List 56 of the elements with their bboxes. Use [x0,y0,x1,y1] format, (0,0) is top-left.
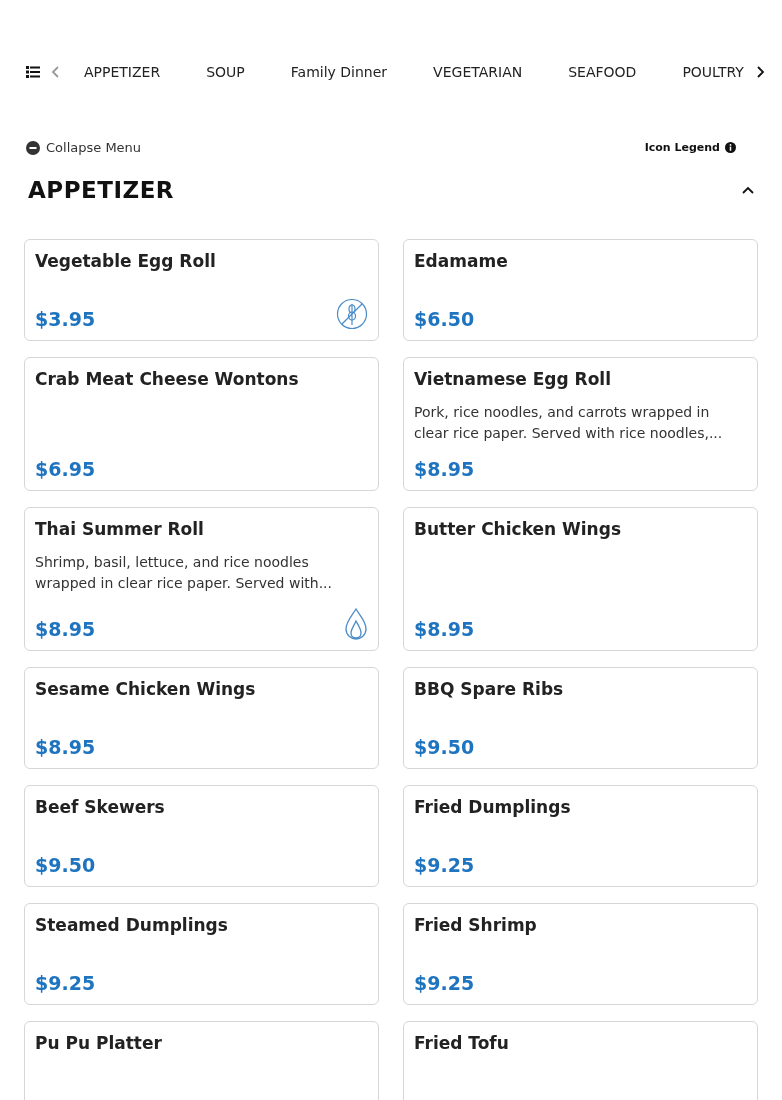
item-name: BBQ Spare Ribs [414,678,565,700]
menu-item-card[interactable]: Vietnamese Egg Roll Pork, rice noodles, and carrots wrapped in clear rice paper. Served with rice noodles,... $8.95 [403,357,758,491]
menu-item-card[interactable]: Sesame Chicken Wings $8.95 [24,667,379,769]
minus-circle-icon [26,140,40,155]
menu-item-card[interactable]: Steamed Dumplings $9.25 [24,903,379,1005]
crossed-wheat-icon [336,298,368,330]
item-price: $9.25 [35,972,96,994]
menu-item-card[interactable]: Edamame $6.50 [403,239,758,341]
item-name: Edamame [414,250,509,272]
category-tab[interactable]: SOUP [206,60,245,84]
menu-item-card[interactable]: Fried Tofu [403,1021,758,1100]
item-name: Steamed Dumplings [35,914,229,936]
category-tab[interactable]: POULTRY [682,60,744,84]
menu-item-card[interactable]: Thai Summer Roll Shrimp, basil, lettuce, and rice noodles wrapped in clear rice paper. Served with... $8.95 [24,507,379,651]
menu-item-card[interactable]: Fried Shrimp $9.25 [403,903,758,1005]
item-price: $6.50 [414,308,475,330]
item-name: Vietnamese Egg Roll [414,368,613,390]
icon-legend-button[interactable]: Icon Legend [644,141,736,154]
category-tab[interactable]: Family Dinner [290,60,388,84]
item-name: Sesame Chicken Wings [35,678,257,700]
item-name: Thai Summer Roll [35,518,205,540]
item-price: $8.95 [414,618,475,640]
info-icon [725,142,736,153]
item-name: Fried Tofu [414,1032,510,1054]
item-price: $6.95 [35,458,96,480]
item-name: Pu Pu Platter [35,1032,163,1054]
collapse-menu-button[interactable]: Collapse Menu [26,140,142,155]
item-price: $8.95 [35,618,96,640]
item-price: $9.25 [414,854,475,876]
menu-item-card[interactable]: Pu Pu Platter [24,1021,379,1100]
flame-icon [344,608,368,640]
item-price: $9.25 [414,972,475,994]
item-name: Crab Meat Cheese Wontons [35,368,300,390]
item-price: $3.95 [35,308,96,330]
item-price: $8.95 [35,736,96,758]
item-description: Shrimp, basil, lettuce, and rice noodles wrapped in clear rice paper. Served with... [35,553,333,593]
section-title: APPETIZER [28,177,175,203]
menu-item-card[interactable]: Vegetable Egg Roll $3.95 [24,239,379,341]
item-name: Butter Chicken Wings [414,518,622,540]
category-tab[interactable]: VEGETARIAN [433,60,523,84]
item-name: Vegetable Egg Roll [35,250,217,272]
menu-item-card[interactable]: Crab Meat Cheese Wontons $6.95 [24,357,379,491]
item-price: $8.95 [414,458,475,480]
menu-item-card[interactable]: Beef Skewers $9.50 [24,785,379,887]
menu-item-card[interactable]: BBQ Spare Ribs $9.50 [403,667,758,769]
item-name: Fried Shrimp [414,914,538,936]
menu-item-card[interactable]: Butter Chicken Wings $8.95 [403,507,758,651]
category-tab[interactable]: APPETIZER [84,60,161,84]
item-description: Pork, rice noodles, and carrots wrapped in clear rice paper. Served with rice noodles,... [414,403,724,443]
item-price: $9.50 [35,854,96,876]
item-name: Beef Skewers [35,796,166,818]
menu-item-card[interactable]: Fried Dumplings $9.25 [403,785,758,887]
category-tab[interactable]: SEAFOOD [568,60,637,84]
item-name: Fried Dumplings [414,796,572,818]
list-icon[interactable] [26,65,40,79]
item-price: $9.50 [414,736,475,758]
